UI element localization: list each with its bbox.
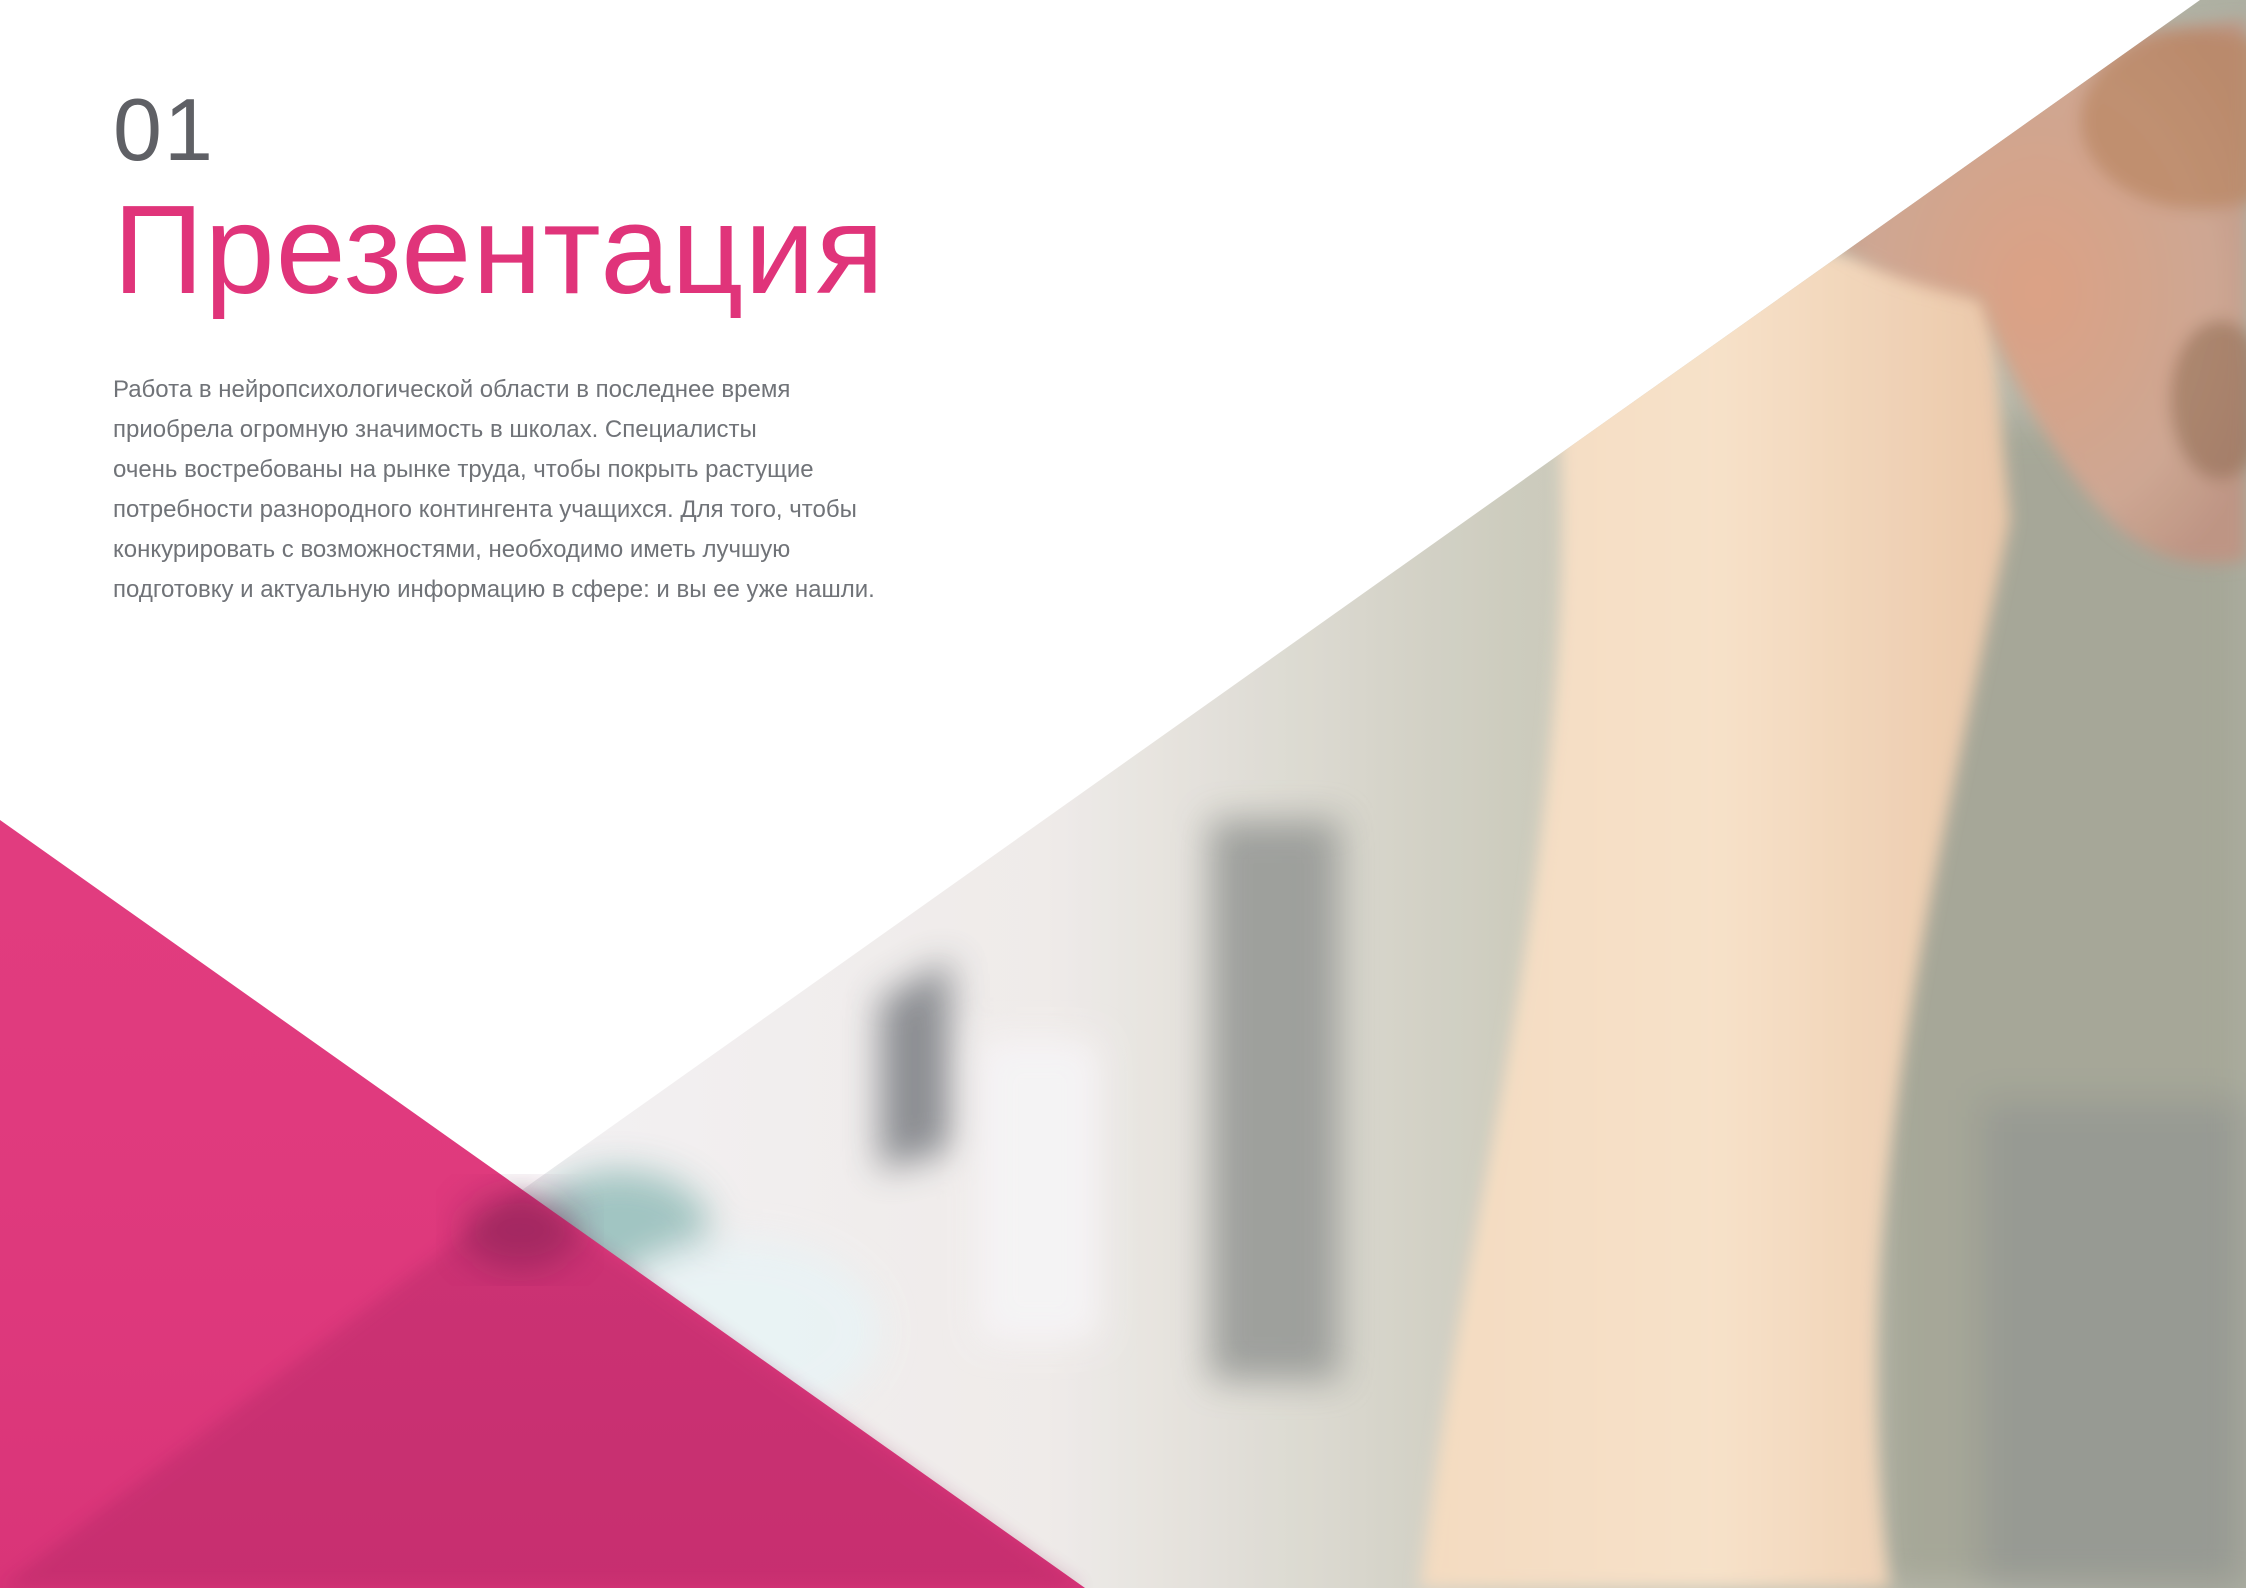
body-line: конкурировать с возможностями, необходим…	[113, 536, 791, 563]
page-number: 01	[113, 80, 215, 179]
text-block: 01 Презентация Работа в нейропсихологиче…	[113, 80, 1013, 610]
body-line: очень востребованы на рынке труда, чтобы…	[113, 456, 814, 483]
body-line: приобрела огромную значимость в школах. …	[113, 416, 757, 443]
body-line: подготовку и актуальную информацию в сфе…	[113, 576, 875, 603]
body-line: потребности разнородного контингента уча…	[113, 496, 857, 523]
body-line: Работа в нейропсихологической области в …	[113, 376, 791, 403]
body-paragraph: Работа в нейропсихологической области в …	[113, 370, 953, 610]
page-title: Презентация	[113, 179, 886, 320]
